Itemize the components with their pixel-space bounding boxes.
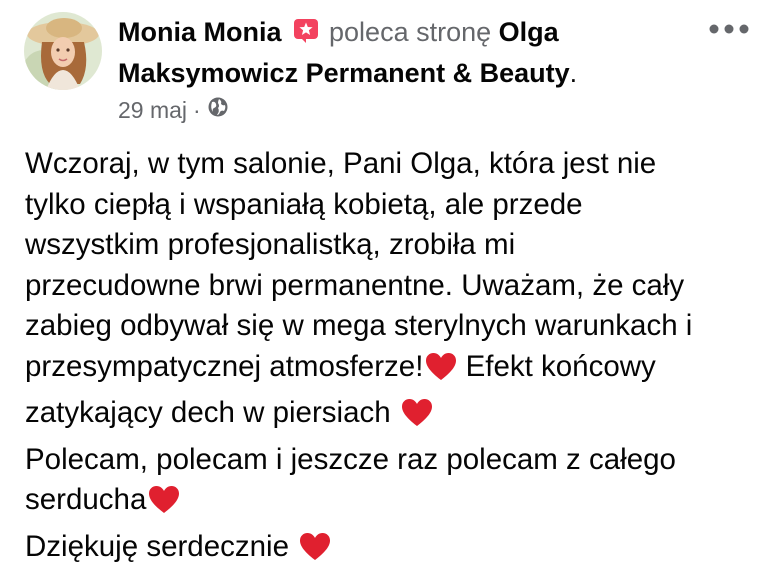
post-text-line: tylko ciepłą i wspaniałą kobietą, ale pr… — [25, 185, 760, 226]
red-heart-icon — [425, 352, 457, 394]
header-period: . — [570, 58, 578, 88]
red-heart-icon — [401, 398, 433, 440]
post-meta: 29 maj · — [118, 94, 229, 126]
post-header: Monia Monia poleca stronę Olga Maksymowi… — [118, 13, 708, 92]
recommend-star-icon — [293, 16, 319, 54]
author-avatar[interactable] — [24, 12, 102, 90]
post-text-segment: przesympatycznej atmosferze! — [25, 350, 423, 383]
post-text-line: wszystkim profesjonalistką, zrobiła mi — [25, 225, 760, 266]
post-text-line: Wczoraj, w tym salonie, Pani Olga, która… — [25, 144, 760, 185]
author-name[interactable]: Monia Monia — [118, 17, 282, 47]
post-text-segment: serducha — [25, 483, 146, 516]
red-heart-icon — [148, 485, 180, 527]
post-text-segment: Dziękuję serdecznie — [25, 530, 297, 563]
more-options-icon[interactable] — [707, 18, 751, 40]
post-text-segment: zatykający dech w piersiach — [25, 396, 399, 429]
recommend-action-text: poleca stronę — [329, 17, 491, 47]
post-text: Wczoraj, w tym salonie, Pani Olga, która… — [25, 144, 760, 573]
meta-separator: · — [193, 94, 201, 126]
post-text-line: zabieg odbywał się w mega sterylnych war… — [25, 306, 760, 347]
post-text-line: Dziękuję serdecznie — [25, 527, 760, 573]
red-heart-icon — [299, 532, 331, 573]
post-text-line: przecudowne brwi permanentne. Uważam, że… — [25, 266, 760, 307]
post-text-line: przesympatycznej atmosferze! Efekt końco… — [25, 347, 760, 394]
post-text-segment: Efekt końcowy — [457, 350, 655, 383]
post-text-line: zatykający dech w piersiach — [25, 393, 760, 440]
post-text-line: serducha — [25, 480, 760, 527]
post-text-line: Polecam, polecam i jeszcze raz polecam z… — [25, 440, 760, 481]
post-date[interactable]: 29 maj — [118, 94, 187, 126]
globe-icon[interactable] — [207, 94, 229, 126]
